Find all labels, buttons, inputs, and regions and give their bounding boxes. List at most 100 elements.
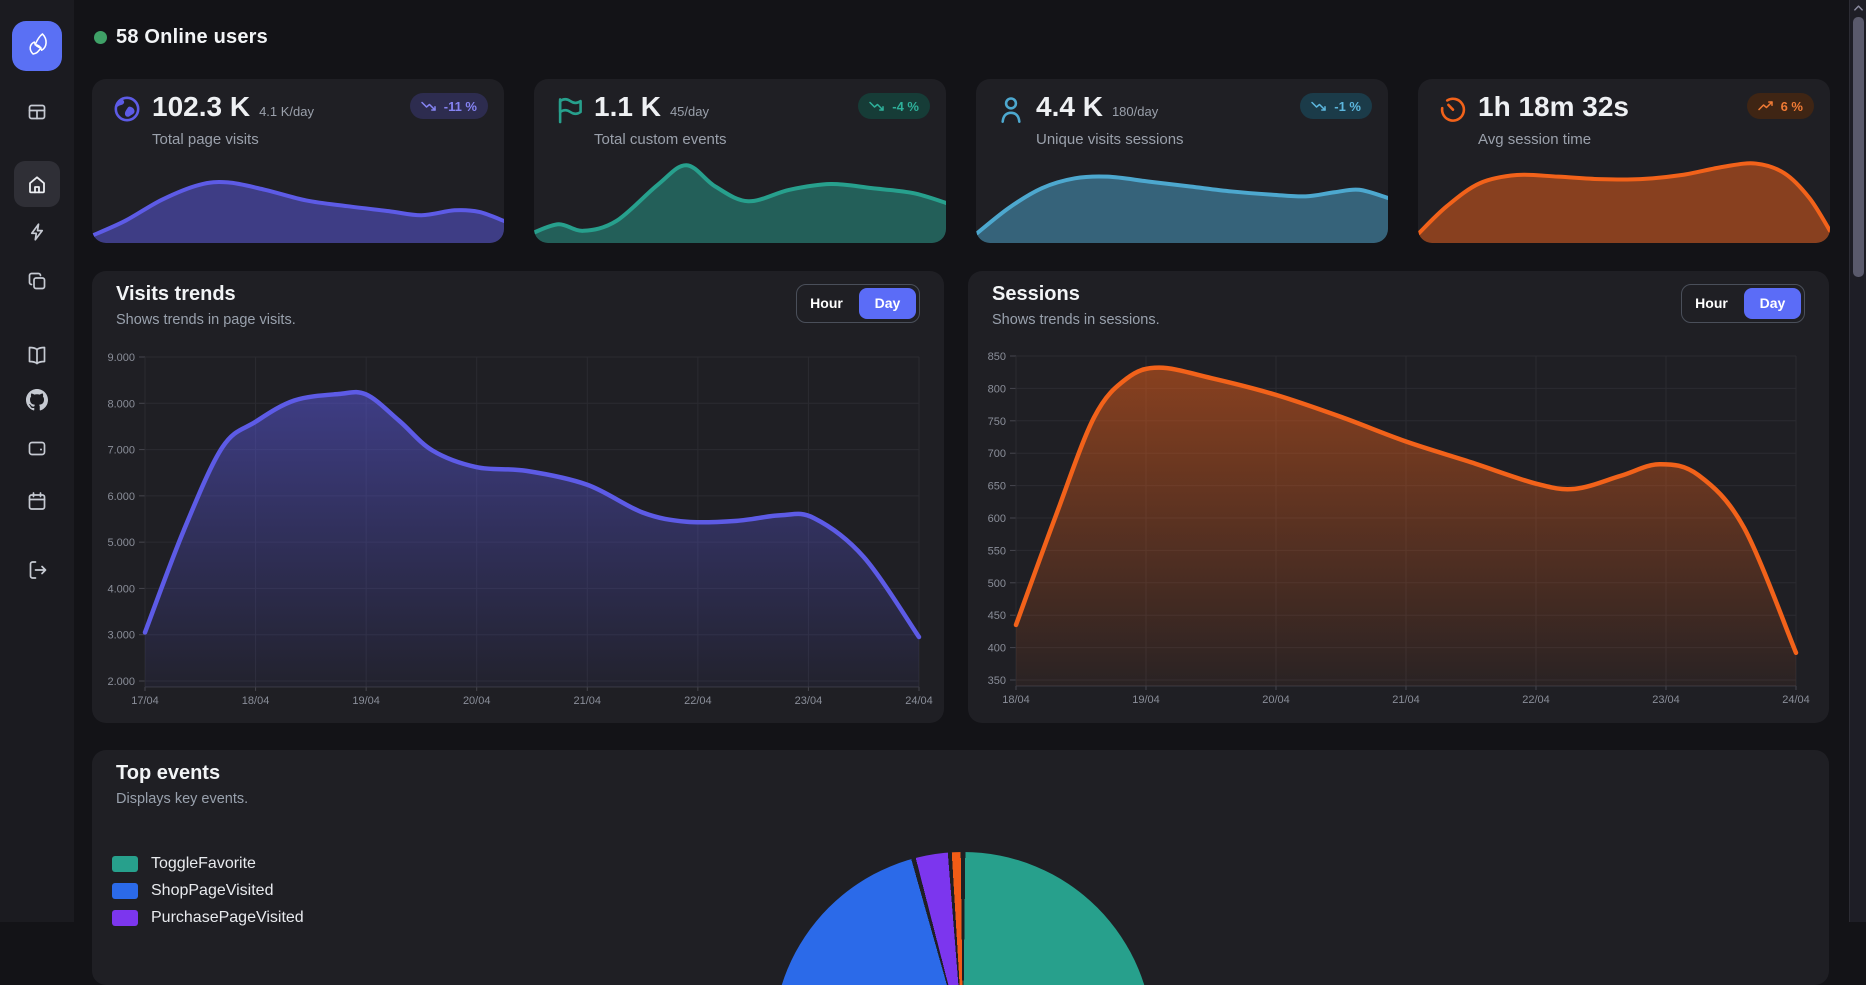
stat-label: Total custom events: [594, 131, 727, 148]
vertical-scrollbar[interactable]: [1849, 0, 1866, 922]
stat-value: 1h 18m 32s: [1478, 91, 1629, 123]
svg-text:22/04: 22/04: [684, 695, 712, 707]
stat-rate: 180/day: [1112, 104, 1158, 119]
svg-text:5.000: 5.000: [107, 537, 135, 549]
legend-swatch: [112, 910, 138, 926]
sidebar-item-logout[interactable]: [26, 558, 48, 580]
panel-subtitle: Shows trends in page visits.: [116, 312, 296, 328]
sidebar-item-events[interactable]: [26, 221, 48, 243]
sidebar-item-pages[interactable]: [26, 270, 48, 292]
globe-icon: [112, 94, 142, 124]
svg-text:750: 750: [988, 416, 1006, 428]
svg-text:7.000: 7.000: [107, 445, 135, 457]
panel-title: Sessions: [992, 283, 1080, 306]
home-icon: [26, 173, 48, 195]
stat-card-session-time: 1h 18m 32s Avg session time 6 %: [1418, 79, 1830, 243]
custom-events-sparkline: [534, 149, 946, 243]
svg-text:19/04: 19/04: [1132, 694, 1160, 706]
svg-text:22/04: 22/04: [1522, 694, 1550, 706]
sidebar-item-dashboard[interactable]: [26, 101, 48, 123]
svg-text:550: 550: [988, 545, 1006, 557]
svg-text:24/04: 24/04: [1782, 694, 1810, 706]
hour-day-toggle: Hour Day: [1681, 284, 1805, 323]
stat-label: Avg session time: [1478, 131, 1591, 148]
svg-text:650: 650: [988, 481, 1006, 493]
scrollbar-thumb[interactable]: [1853, 17, 1864, 277]
sessions-chart[interactable]: 85080075070065060055050045040035018/0419…: [968, 345, 1829, 723]
github-icon: [26, 389, 48, 411]
toggle-option-hour[interactable]: Hour: [1685, 288, 1738, 319]
legend-item-shoppagevisited[interactable]: ShopPageVisited: [112, 877, 304, 904]
stat-label: Unique visits sessions: [1036, 131, 1184, 148]
legend-swatch: [112, 856, 138, 872]
legend-swatch: [112, 883, 138, 899]
svg-text:8.000: 8.000: [107, 398, 135, 410]
svg-text:400: 400: [988, 643, 1006, 655]
online-users-count: 58 Online users: [116, 26, 268, 49]
stat-label: Total page visits: [152, 131, 259, 148]
svg-text:9.000: 9.000: [107, 352, 135, 364]
calendar-icon: [26, 490, 48, 512]
svg-text:24/04: 24/04: [905, 695, 933, 707]
trend-up-icon: [1758, 100, 1774, 112]
legend-item-togglefavorite[interactable]: ToggleFavorite: [112, 850, 304, 877]
copy-icon: [26, 270, 48, 292]
wallet-icon: [26, 437, 48, 459]
user-icon: [996, 94, 1026, 124]
svg-text:3.000: 3.000: [107, 630, 135, 642]
logout-icon: [26, 558, 48, 580]
trend-badge-value: -1 %: [1334, 99, 1361, 114]
stat-rate: 4.1 K/day: [259, 104, 314, 119]
book-icon: [26, 344, 48, 366]
timer-icon: [1438, 94, 1468, 124]
svg-text:21/04: 21/04: [574, 695, 602, 707]
trend-badge: -11 %: [410, 93, 488, 119]
online-dot: [94, 31, 107, 44]
trend-badge-value: 6 %: [1781, 99, 1803, 114]
legend-label: ToggleFavorite: [151, 855, 256, 873]
toggle-option-day[interactable]: Day: [859, 288, 916, 319]
sidebar-item-github[interactable]: [26, 389, 48, 411]
flag-icon: [554, 94, 584, 124]
session-time-sparkline: [1418, 149, 1830, 243]
sidebar-item-docs[interactable]: [26, 344, 48, 366]
sidebar-item-home[interactable]: [14, 161, 60, 207]
app-logo[interactable]: [12, 21, 62, 71]
top-events-legend: ToggleFavorite ShopPageVisited PurchaseP…: [112, 850, 304, 931]
sessions-panel: Sessions Shows trends in sessions. Hour …: [968, 271, 1829, 723]
stat-card-unique-sessions: 4.4 K 180/day Unique visits sessions -1 …: [976, 79, 1388, 243]
sidebar-item-calendar[interactable]: [26, 490, 48, 512]
bolt-icon: [26, 221, 48, 243]
panel-title: Visits trends: [116, 283, 236, 306]
svg-text:2.000: 2.000: [107, 676, 135, 688]
legend-item-purchasepagevisited[interactable]: PurchasePageVisited: [112, 904, 304, 931]
stat-value: 102.3 K: [152, 91, 250, 123]
stat-value: 4.4 K: [1036, 91, 1103, 123]
trend-badge: -1 %: [1300, 93, 1372, 119]
trend-down-icon: [1311, 100, 1327, 112]
panel-subtitle: Shows trends in sessions.: [992, 312, 1160, 328]
panel-title: Top events: [116, 762, 220, 785]
toggle-option-hour[interactable]: Hour: [800, 288, 853, 319]
svg-text:350: 350: [988, 675, 1006, 687]
svg-text:17/04: 17/04: [131, 695, 159, 707]
svg-text:23/04: 23/04: [1652, 694, 1680, 706]
visits-trends-chart[interactable]: 9.0008.0007.0006.0005.0004.0003.0002.000…: [92, 345, 944, 723]
stat-value: 1.1 K: [594, 91, 661, 123]
trend-badge-value: -4 %: [892, 99, 919, 114]
toggle-option-day[interactable]: Day: [1744, 288, 1801, 319]
sidebar-item-billing[interactable]: [26, 437, 48, 459]
stat-card-custom-events: 1.1 K 45/day Total custom events -4 %: [534, 79, 946, 243]
logo-wave-icon: [20, 27, 54, 66]
top-events-pie-chart[interactable]: [773, 852, 1153, 985]
hour-day-toggle: Hour Day: [796, 284, 920, 323]
svg-text:6.000: 6.000: [107, 491, 135, 503]
svg-text:19/04: 19/04: [352, 695, 380, 707]
unique-sessions-sparkline: [976, 149, 1388, 243]
svg-text:500: 500: [988, 578, 1006, 590]
svg-text:800: 800: [988, 383, 1006, 395]
legend-label: PurchasePageVisited: [151, 909, 304, 927]
svg-text:18/04: 18/04: [242, 695, 270, 707]
stat-cards-row: 102.3 K 4.1 K/day Total page visits -11 …: [92, 79, 1830, 243]
scrollbar-up-arrow[interactable]: [1853, 3, 1864, 13]
